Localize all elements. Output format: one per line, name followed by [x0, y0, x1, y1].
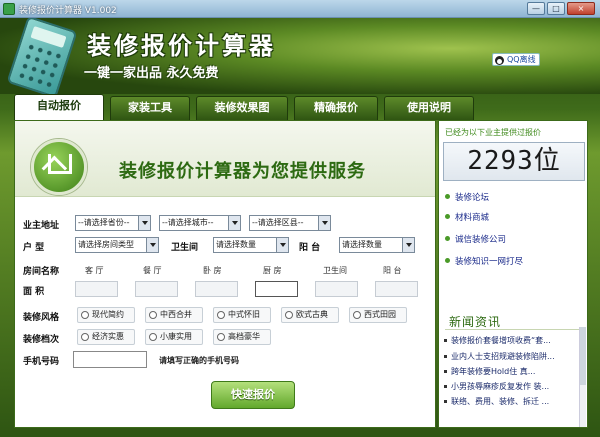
room-names-row: 房间名称 客 厅 餐 厅 卧 房 厨 房 卫生间 阳 台 [15, 261, 435, 279]
area-input-balcony[interactable] [375, 281, 418, 297]
qq-penguin-icon [495, 56, 504, 65]
chevron-down-icon [228, 216, 240, 230]
radio-icon [149, 311, 157, 319]
style-radio-fusion[interactable]: 中西合并 [145, 307, 203, 323]
room-bathroom-label: 卫生间 [323, 266, 347, 275]
news-title: 新闻资讯 [449, 315, 502, 329]
radio-icon [81, 311, 89, 319]
radio-icon [285, 311, 293, 319]
tab-home-tools[interactable]: 家装工具 [110, 96, 190, 120]
radio-icon [149, 333, 157, 341]
qq-status-button[interactable]: QQ离线 [492, 53, 540, 66]
tab-precise-quote[interactable]: 精确报价 [294, 96, 378, 120]
style-label: 装修风格 [23, 313, 60, 323]
balcony-label: 阳 台 [299, 243, 321, 253]
area-input-bedroom[interactable] [195, 281, 238, 297]
grade-radio-practical[interactable]: 小康实用 [145, 329, 203, 345]
minimize-button[interactable]: — [527, 2, 545, 15]
radio-icon [353, 311, 361, 319]
app-window: 装修报价计算器 V1.002 — □ × 装修报价计算器 一键一家出品 永久免费… [0, 0, 600, 437]
link-materials-mall[interactable]: 材料商城 [445, 211, 489, 223]
news-item[interactable]: 装修报价套餐增项收费“套... [443, 335, 577, 346]
news-item[interactable]: 跨年装修要Hold住 真... [443, 366, 577, 377]
bathroom-count-select[interactable]: 请选择数量 [213, 237, 289, 253]
link-knowledge[interactable]: 装修知识一网打尽 [445, 255, 523, 267]
news-item[interactable]: 联络、费用、装修、拆迁 ... [443, 396, 577, 407]
phone-row: 手机号码 请填写正确的手机号码 [15, 351, 435, 369]
room-balcony-label: 阳 台 [383, 266, 402, 275]
chevron-down-icon [402, 238, 414, 252]
house-type-row: 户 型 请选择房间类型 卫生间 请选择数量 阳 台 请选择数量 [15, 237, 435, 255]
app-heading: 装修报价计算器 [87, 31, 276, 60]
district-select[interactable]: --请选择区县-- [249, 215, 331, 231]
served-count: 2293位 [443, 142, 585, 181]
house-type-label: 户 型 [23, 243, 45, 253]
province-select[interactable]: --请选择省份-- [75, 215, 151, 231]
radio-icon [81, 333, 89, 341]
style-radio-pastoral[interactable]: 西式田园 [349, 307, 407, 323]
link-forum[interactable]: 装修论坛 [445, 191, 489, 203]
style-radio-chinese[interactable]: 中式怀旧 [213, 307, 271, 323]
window-title: 装修报价计算器 V1.002 [19, 6, 117, 16]
close-button[interactable]: × [567, 2, 595, 15]
area-row: 面 积 [15, 281, 435, 299]
chevron-down-icon [146, 238, 158, 252]
style-row: 装修风格 现代简约 中西合并 中式怀旧 欧式古典 西式田园 [15, 307, 435, 325]
area-input-kitchen[interactable] [255, 281, 298, 297]
area-input-dining[interactable] [135, 281, 178, 297]
phone-input[interactable] [73, 351, 147, 368]
news-item[interactable]: 小男孩辱麻疹反复发作 装... [443, 381, 577, 392]
home-hand-icon [31, 139, 87, 195]
grade-label: 装修档次 [23, 335, 60, 345]
banner-slogan: 装修报价计算器为您提供服务 [119, 161, 366, 182]
phone-hint: 请填写正确的手机号码 [159, 356, 239, 365]
area-input-living[interactable] [75, 281, 118, 297]
app-header: 装修报价计算器 一键一家出品 永久免费 QQ离线 [0, 18, 600, 94]
chevron-down-icon [138, 216, 150, 230]
service-banner: 装修报价计算器为您提供服务 [15, 121, 435, 197]
room-dining-label: 餐 厅 [143, 266, 162, 275]
area-input-bathroom[interactable] [315, 281, 358, 297]
main-panel: 装修报价计算器为您提供服务 业主地址 --请选择省份-- --请选择城市-- -… [14, 120, 436, 428]
served-users-label: 已经为以下业主提供过报价 [445, 128, 541, 137]
address-label: 业主地址 [23, 221, 60, 231]
radio-icon [217, 333, 225, 341]
grade-radio-luxury[interactable]: 高档豪华 [213, 329, 271, 345]
grade-row: 装修档次 经济实惠 小康实用 高档豪华 [15, 329, 435, 347]
news-divider [445, 329, 581, 330]
tab-instructions[interactable]: 使用说明 [384, 96, 474, 120]
tab-auto-quote[interactable]: 自动报价 [14, 94, 104, 120]
maximize-button[interactable]: □ [547, 2, 565, 15]
address-row: 业主地址 --请选择省份-- --请选择城市-- --请选择区县-- [15, 215, 435, 233]
room-kitchen-label: 厨 房 [263, 266, 282, 275]
quick-quote-button[interactable]: 快速报价 [211, 381, 295, 409]
scrollbar-thumb[interactable] [580, 327, 586, 385]
radio-icon [217, 311, 225, 319]
title-bar: 装修报价计算器 V1.002 — □ × [0, 0, 600, 18]
grade-radio-economy[interactable]: 经济实惠 [77, 329, 135, 345]
news-item[interactable]: 业内人士支招规避装修陷阱... [443, 351, 577, 362]
news-scrollbar[interactable] [579, 327, 586, 427]
bathroom-label: 卫生间 [171, 243, 199, 253]
sidebar-panel: 已经为以下业主提供过报价 2293位 装修论坛 材料商城 诚信装修公司 装修知识… [438, 120, 588, 428]
chevron-down-icon [318, 216, 330, 230]
area-label: 面 积 [23, 287, 45, 297]
phone-label: 手机号码 [23, 357, 60, 367]
chevron-down-icon [276, 238, 288, 252]
style-radio-modern[interactable]: 现代简约 [77, 307, 135, 323]
style-radio-european[interactable]: 欧式古典 [281, 307, 339, 323]
room-bedroom-label: 卧 房 [203, 266, 222, 275]
room-name-label: 房间名称 [23, 267, 60, 277]
link-trusted-companies[interactable]: 诚信装修公司 [445, 233, 506, 245]
app-slogan: 一键一家出品 永久免费 [84, 66, 219, 81]
qq-status-label: QQ离线 [507, 55, 536, 64]
city-select[interactable]: --请选择城市-- [159, 215, 241, 231]
balcony-count-select[interactable]: 请选择数量 [339, 237, 415, 253]
tab-renderings[interactable]: 装修效果图 [196, 96, 288, 120]
app-icon [3, 3, 15, 15]
house-type-select[interactable]: 请选择房间类型 [75, 237, 159, 253]
calculator-logo-icon [6, 18, 78, 94]
room-living-label: 客 厅 [85, 266, 104, 275]
